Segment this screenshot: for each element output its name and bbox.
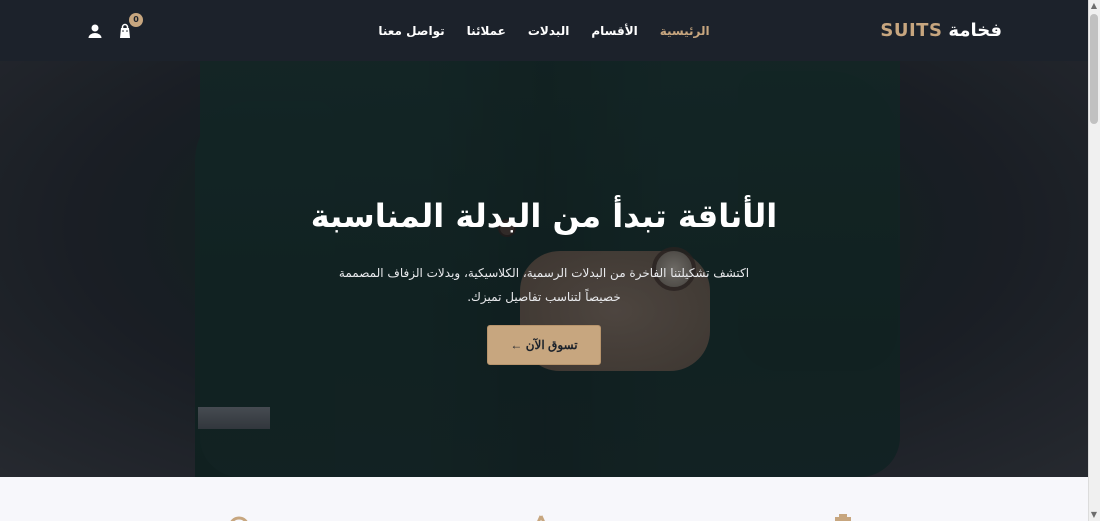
hero-section: الأناقة تبدأ من البدلة المناسبة اكتشف تش… [0,61,1088,477]
scissors-icon [528,513,554,521]
shop-now-button[interactable]: تسوق الآن ← [487,325,601,365]
features-section [0,477,1088,521]
hero-content: الأناقة تبدأ من البدلة المناسبة اكتشف تش… [0,197,1088,365]
nav-item-home[interactable]: الرئيسية [660,24,710,38]
brand-logo[interactable]: فخامة SUITS [880,20,1002,41]
feature-icon [226,513,252,521]
truck-icon [830,513,856,521]
cart-count-badge: 0 [129,12,143,27]
nav-item-suits[interactable]: البدلات [528,24,569,38]
scroll-up-arrow-icon[interactable]: ▲ [1090,2,1098,10]
brand-name: فخامة [948,20,1002,41]
feature-icon-1 [230,516,248,521]
brand-accent: SUITS [880,20,943,41]
nav-item-clients[interactable]: عملائنا [467,24,506,38]
user-account-button[interactable] [86,22,104,40]
user-icon [88,24,102,38]
scroll-thumb[interactable] [1090,14,1098,124]
cart-button[interactable]: 0 [116,12,143,40]
navbar: فخامة SUITS الرئيسية الأقسام البدلات عمل… [0,0,1088,61]
hero-title: الأناقة تبدأ من البدلة المناسبة [310,197,778,235]
hero-description: اكتشف تشكيلتنا الفاخرة من البدلات الرسمي… [338,266,750,304]
nav-item-contact[interactable]: تواصل معنا [378,24,444,38]
main-nav: الرئيسية الأقسام البدلات عملائنا تواصل م… [378,24,709,38]
scroll-down-arrow-icon[interactable]: ▼ [1090,511,1098,519]
nav-item-categories[interactable]: الأقسام [591,24,637,38]
page-scrollbar[interactable]: ▲ ▼ [1088,0,1100,521]
header-icons: 0 [86,12,143,40]
